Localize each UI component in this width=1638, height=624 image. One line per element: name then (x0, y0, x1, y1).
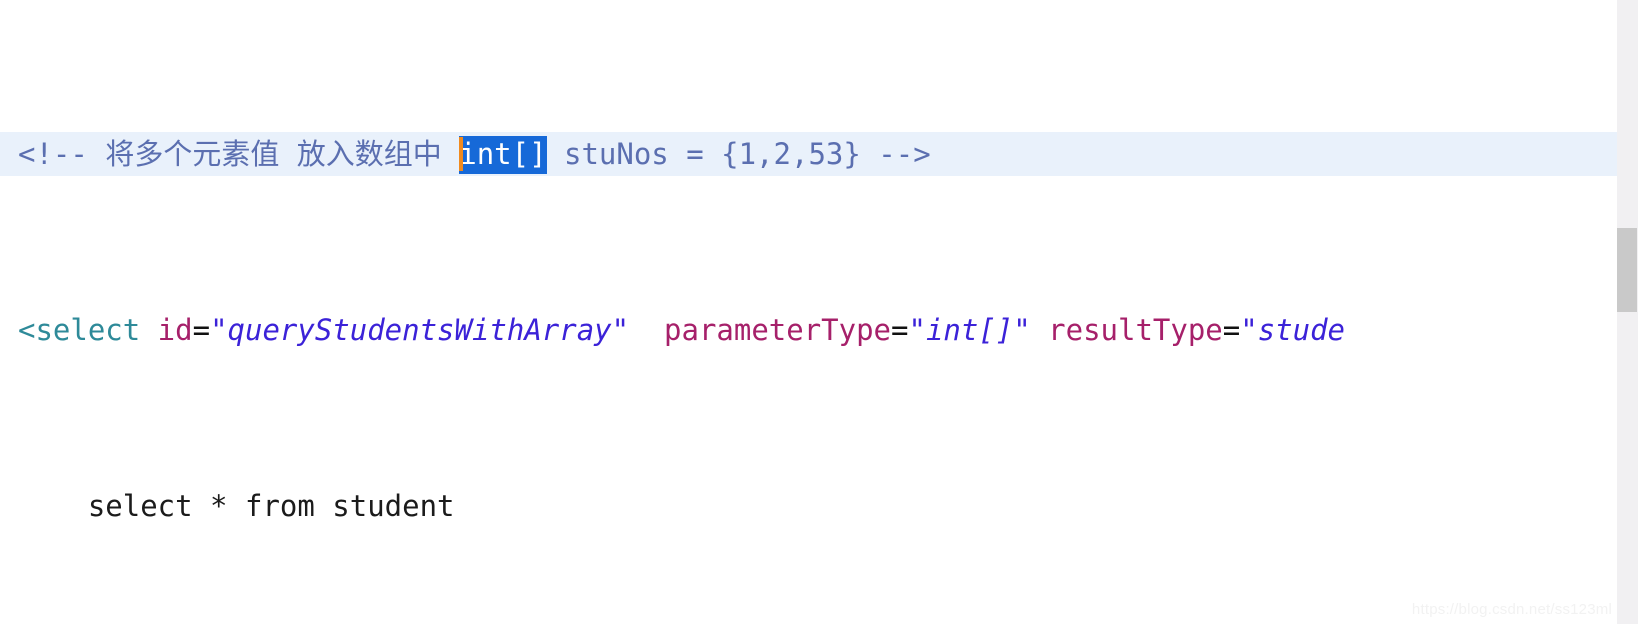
equals-sign: = (1222, 313, 1241, 347)
vertical-scrollbar[interactable] (1617, 0, 1638, 624)
xml-comment-chinese-text: 将多个元素值 放入数组中 (105, 137, 460, 171)
code-line-3[interactable]: select * from student (0, 484, 1617, 528)
code-content[interactable]: <!-- 将多个元素值 放入数组中 int[] stuNos = {1,2,53… (0, 0, 1617, 624)
attr-parameter-type: parameterType (629, 313, 892, 347)
code-line-2[interactable]: <select id="queryStudentsWithArray" para… (0, 308, 1617, 352)
select-tag-open: <select (18, 313, 141, 347)
attr-result-type-value: "stude (1240, 313, 1345, 347)
attr-parameter-type-value: "int[]" (908, 313, 1031, 347)
sql-select-statement: select * from student (87, 489, 455, 523)
text-caret (459, 137, 464, 171)
code-line-1[interactable]: <!-- 将多个元素值 放入数组中 int[] stuNos = {1,2,53… (0, 132, 1617, 176)
watermark-text: https://blog.csdn.net/ss123ml (1411, 601, 1612, 618)
attr-id-value: "queryStudentsWithArray" (210, 313, 630, 347)
selected-text[interactable]: int[] (459, 136, 547, 174)
attr-id: id (140, 313, 193, 347)
code-editor[interactable]: <!-- 将多个元素值 放入数组中 int[] stuNos = {1,2,53… (0, 0, 1638, 624)
xml-comment-close: --> (878, 137, 931, 171)
xml-comment-after-selection: stuNos = {1,2,53} (546, 137, 879, 171)
vertical-scrollbar-thumb[interactable] (1617, 228, 1637, 312)
attr-result-type: resultType (1030, 313, 1223, 347)
equals-sign: = (192, 313, 211, 347)
equals-sign: = (891, 313, 909, 347)
xml-comment-open: <!-- (18, 137, 106, 171)
